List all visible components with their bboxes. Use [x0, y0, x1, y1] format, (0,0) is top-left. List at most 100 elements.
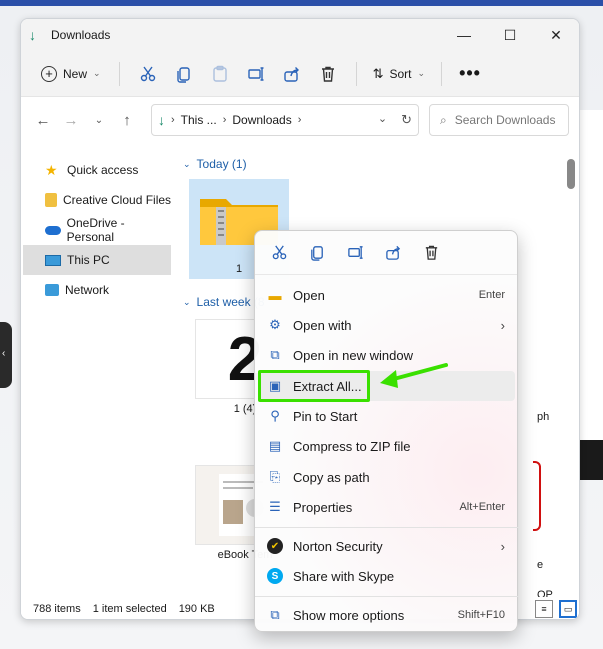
paste-button[interactable] — [202, 59, 238, 89]
ctx-copy-button[interactable] — [301, 237, 333, 269]
menu-item-share-skype[interactable]: S Share with Skype — [259, 561, 515, 591]
chevron-right-icon: › — [297, 114, 302, 126]
menu-divider — [255, 596, 519, 597]
annotation-highlight-box — [258, 370, 370, 402]
group-header-today[interactable]: ⌄ Today (1) — [179, 153, 247, 175]
skype-icon: S — [267, 568, 283, 584]
sidebar-item-this-pc[interactable]: This PC — [23, 245, 171, 275]
close-button[interactable]: ✕ — [533, 19, 579, 51]
ctx-share-button[interactable] — [377, 237, 409, 269]
address-row: ← → ⌄ ↑ ↓ › This ... › Downloads › ⌄ ↻ ⌕… — [21, 97, 579, 143]
up-button[interactable]: ↑ — [113, 106, 141, 134]
menu-item-show-more-options[interactable]: ⧉ Show more options Shift+F10 — [259, 600, 515, 630]
menu-label: Open with — [293, 317, 352, 333]
breadcrumb-downloads[interactable]: Downloads — [232, 113, 291, 127]
sort-button[interactable]: ⇅ Sort ⌄ — [367, 59, 431, 89]
sidebar-item-label: Creative Cloud Files — [63, 193, 172, 207]
copy-button[interactable] — [166, 59, 202, 89]
vertical-scrollbar[interactable] — [567, 159, 575, 189]
menu-label: Open — [293, 287, 325, 303]
item-count: 788 items — [33, 603, 81, 615]
star-icon: ★ — [45, 162, 58, 178]
address-dropdown-icon[interactable]: ⌄ — [378, 112, 387, 128]
menu-label: Properties — [293, 499, 353, 515]
menu-label: Pin to Start — [293, 408, 358, 424]
sidebar-item-label: Quick access — [67, 163, 139, 177]
chevron-right-icon: › — [222, 114, 227, 126]
refresh-icon[interactable]: ↻ — [401, 112, 412, 128]
menu-label: Show more options — [293, 607, 405, 623]
menu-shortcut: Shift+F10 — [457, 609, 505, 621]
properties-icon: ☰ — [269, 499, 281, 514]
ctx-delete-button[interactable] — [415, 237, 447, 269]
sidebar-item-network[interactable]: Network — [21, 275, 173, 305]
forward-button[interactable]: → — [57, 106, 85, 134]
minimize-button[interactable]: — — [441, 19, 487, 51]
context-quick-actions — [255, 231, 517, 275]
navigation-pane: ★ Quick access Creative Cloud Files OneD… — [21, 143, 173, 593]
breadcrumb-this-pc[interactable]: This ... — [181, 113, 217, 127]
sidebar-item-quick-access[interactable]: ★ Quick access — [21, 155, 173, 185]
partial-thumbnail-red — [533, 461, 541, 531]
selection-size: 190 KB — [178, 603, 215, 615]
creative-cloud-icon — [45, 193, 57, 207]
menu-label: Compress to ZIP file — [293, 438, 411, 454]
menu-item-copy-as-path[interactable]: ⎘ Copy as path — [259, 462, 515, 492]
menu-item-properties[interactable]: ☰ Properties Alt+Enter — [259, 492, 515, 522]
details-view-button[interactable]: ≡ — [535, 600, 553, 618]
back-button[interactable]: ← — [29, 106, 57, 134]
scissors-icon — [140, 66, 155, 81]
sidebar-item-onedrive[interactable]: OneDrive - Personal — [21, 215, 173, 245]
copy-icon — [310, 246, 323, 261]
selection-count: 1 item selected — [92, 603, 167, 615]
group-header-last-week[interactable]: ⌄ Last week (8 — [179, 291, 265, 313]
share-button[interactable] — [274, 59, 310, 89]
paste-icon — [212, 65, 227, 82]
menu-label: Copy as path — [293, 469, 370, 485]
maximize-button[interactable]: ☐ — [487, 19, 533, 51]
copy-path-icon: ⎘ — [269, 469, 281, 484]
partial-caption: ph — [537, 411, 550, 423]
download-icon: ↓ — [29, 27, 36, 43]
background-window-edge-light — [580, 110, 603, 440]
chevron-down-icon: ⌄ — [417, 68, 426, 78]
pin-icon: ⚲ — [270, 408, 280, 423]
chevron-right-icon: › — [500, 317, 505, 333]
chevron-right-icon: › — [500, 538, 505, 554]
recent-locations-button[interactable]: ⌄ — [85, 106, 113, 134]
search-box[interactable]: ⌕ Search Downloads — [429, 104, 569, 136]
chevron-left-icon: ‹ — [2, 348, 6, 359]
ctx-rename-button[interactable] — [339, 237, 371, 269]
menu-item-compress-zip[interactable]: ▤ Compress to ZIP file — [259, 431, 515, 461]
menu-label: Open in new window — [293, 347, 413, 363]
new-button[interactable]: + New ⌄ — [33, 59, 109, 89]
menu-item-open-with[interactable]: ⚙ Open with › — [259, 310, 515, 340]
menu-shortcut: Enter — [478, 289, 505, 301]
menu-item-norton-security[interactable]: ✔ Norton Security › — [259, 531, 515, 561]
chevron-down-icon: ⌄ — [183, 296, 191, 307]
address-bar[interactable]: ↓ › This ... › Downloads › ⌄ ↻ — [151, 104, 419, 136]
trash-icon — [425, 245, 437, 260]
more-button[interactable]: ••• — [452, 59, 488, 89]
cut-button[interactable] — [130, 59, 166, 89]
separator — [355, 61, 357, 86]
search-icon: ⌕ — [440, 112, 447, 127]
menu-label: Share with Skype — [293, 568, 395, 584]
sidebar-item-creative-cloud[interactable]: Creative Cloud Files — [21, 185, 173, 215]
side-panel-tab[interactable]: ‹ — [0, 322, 12, 388]
rename-button[interactable] — [238, 59, 274, 89]
ctx-cut-button[interactable] — [263, 237, 295, 269]
menu-item-open[interactable]: ▬ Open Enter — [259, 280, 515, 310]
command-bar: + New ⌄ ⇅ Sort ⌄ ••• — [21, 51, 579, 97]
sort-icon: ⇅ — [372, 65, 384, 81]
chevron-down-icon: ⌄ — [183, 158, 191, 169]
download-icon: ↓ — [158, 112, 165, 128]
open-with-icon: ⚙ — [269, 317, 281, 332]
menu-label: Norton Security — [293, 538, 383, 554]
menu-item-pin-to-start[interactable]: ⚲ Pin to Start — [259, 401, 515, 431]
delete-button[interactable] — [310, 59, 346, 89]
tiles-view-button[interactable]: ▭ — [559, 600, 577, 618]
sort-label: Sort — [389, 66, 412, 81]
group-label: Today (1) — [196, 157, 247, 171]
norton-icon: ✔ — [267, 538, 283, 554]
